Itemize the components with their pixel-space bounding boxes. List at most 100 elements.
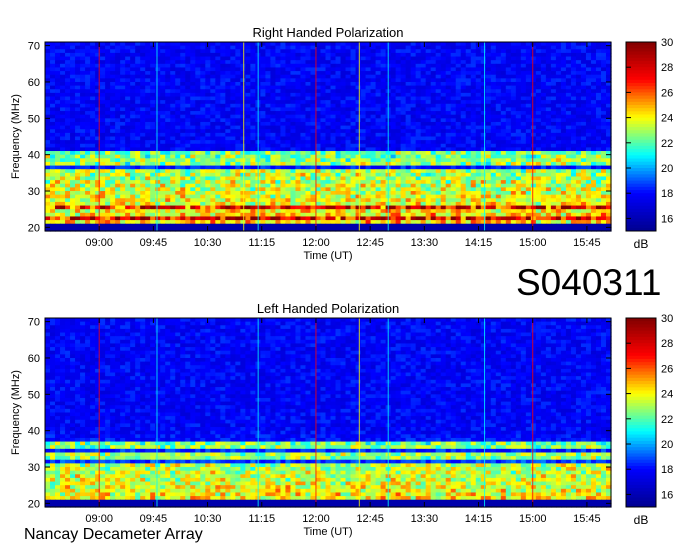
heatmap-cell: [460, 176, 467, 181]
heatmap-cell: [140, 81, 146, 87]
heatmap-cell: [460, 81, 467, 87]
heatmap-cell: [165, 45, 171, 50]
heatmap-cell: [550, 118, 557, 123]
heatmap-cell: [125, 183, 131, 188]
heatmap-cell: [410, 49, 417, 54]
heatmap-cell: [85, 114, 91, 119]
heatmap-cell: [480, 100, 487, 105]
heatmap-cell: [400, 92, 407, 98]
heatmap-cell: [505, 161, 512, 167]
heatmap-cell: [405, 158, 412, 163]
heatmap-cell: [555, 60, 562, 65]
heatmap-cell: [330, 198, 337, 203]
heatmap-cell: [250, 85, 256, 90]
heatmap-cell: [265, 42, 271, 47]
heatmap-cell: [415, 154, 422, 159]
heatmap-cell: [565, 63, 572, 69]
heatmap-cell: [455, 71, 462, 76]
heatmap-cell: [595, 118, 602, 123]
heatmap-cell: [455, 143, 462, 148]
heatmap-cell: [370, 107, 377, 112]
heatmap-cell: [425, 96, 432, 101]
heatmap-cell: [445, 81, 452, 87]
heatmap-cell: [570, 45, 577, 50]
heatmap-cell: [435, 81, 442, 87]
heatmap-cell: [305, 187, 312, 192]
heatmap-cell: [480, 187, 487, 192]
heatmap-cell: [80, 67, 86, 72]
heatmap-cell: [65, 49, 71, 54]
heatmap-cell: [105, 183, 111, 188]
heatmap-cell: [160, 52, 166, 58]
heatmap-cell: [205, 100, 211, 105]
heatmap-cell: [195, 132, 201, 138]
heatmap-cell: [190, 67, 196, 72]
heatmap-cell: [90, 100, 96, 105]
heatmap-cell: [485, 147, 492, 152]
heatmap-cell: [245, 71, 251, 76]
heatmap-cell: [530, 132, 537, 138]
heatmap-cell: [525, 107, 532, 112]
heatmap-cell: [210, 107, 216, 112]
heatmap-cell: [470, 96, 477, 101]
heatmap-cell: [215, 187, 221, 192]
heatmap-cell: [145, 74, 151, 79]
heatmap-cell: [270, 100, 277, 105]
heatmap-cell: [60, 103, 66, 109]
heatmap-cell: [440, 107, 447, 112]
heatmap-cell: [310, 49, 317, 54]
heatmap-cell: [425, 129, 432, 134]
heatmap-cell: [50, 107, 56, 112]
heatmap-cell: [405, 89, 412, 94]
heatmap-cell: [340, 49, 347, 54]
heatmap-cell: [335, 161, 342, 167]
heatmap-cell: [580, 52, 587, 58]
heatmap-cell: [470, 89, 477, 94]
heatmap-cell: [540, 118, 547, 123]
heatmap-cell: [150, 151, 156, 156]
heatmap-cell: [340, 158, 347, 163]
heatmap-cell: [170, 92, 176, 98]
heatmap-cell: [575, 132, 582, 138]
heatmap-cell: [525, 147, 532, 152]
heatmap-cell: [525, 180, 532, 185]
heatmap-cell: [580, 187, 587, 192]
heatmap-cell: [190, 63, 196, 69]
heatmap-cell: [280, 187, 287, 192]
heatmap-cell: [335, 111, 342, 116]
heatmap-cell: [200, 147, 206, 152]
heatmap-cell: [45, 161, 51, 167]
heatmap-cell: [575, 85, 582, 90]
heatmap-cell: [430, 172, 437, 178]
heatmap-cell: [105, 151, 111, 156]
heatmap-cell: [275, 147, 282, 152]
heatmap-cell: [80, 183, 86, 188]
heatmap-cell: [555, 118, 562, 123]
heatmap-cell: [65, 74, 71, 79]
heatmap-cell: [65, 187, 71, 192]
heatmap-cell: [300, 183, 307, 188]
heatmap-cell: [235, 107, 241, 112]
heatmap-cell: [575, 158, 582, 163]
heatmap-cell: [155, 176, 161, 181]
heatmap-cell: [570, 74, 577, 79]
heatmap-cell: [110, 49, 116, 54]
heatmap-cell: [430, 151, 437, 156]
heatmap-cell: [90, 42, 96, 47]
heatmap-cell: [265, 92, 271, 98]
heatmap-cell: [145, 183, 151, 188]
heatmap-cell: [420, 172, 427, 178]
heatmap-cell: [565, 42, 572, 47]
heatmap-cell: [190, 158, 196, 163]
heatmap-cell: [525, 78, 532, 83]
heatmap-cell: [265, 118, 271, 123]
heatmap-cell: [130, 198, 136, 203]
heatmap-cell: [310, 42, 317, 47]
heatmap-cell: [225, 132, 231, 138]
heatmap-cell: [475, 136, 482, 141]
heatmap-cell: [455, 78, 462, 83]
heatmap-cell: [440, 81, 447, 87]
heatmap-cell: [420, 194, 427, 199]
heatmap-cell: [355, 100, 362, 105]
heatmap-cell: [555, 56, 562, 61]
